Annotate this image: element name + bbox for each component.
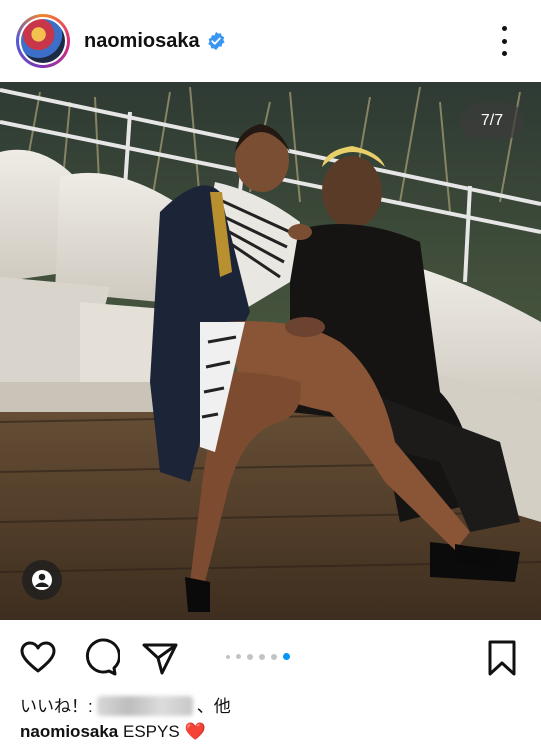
heart-icon[interactable]	[18, 638, 58, 678]
avatar[interactable]	[16, 14, 70, 68]
likes-prefix: いいね！:	[20, 697, 93, 716]
post-actions-bar	[0, 620, 541, 694]
post-photo-illustration	[0, 82, 541, 620]
carousel-dot-active	[283, 653, 290, 660]
carousel-dot	[271, 653, 277, 660]
carousel-dot	[247, 653, 253, 660]
carousel-dot	[259, 653, 265, 660]
user-tag-icon	[32, 570, 52, 590]
user-tag-button[interactable]	[22, 560, 62, 600]
avatar-frame	[19, 17, 67, 65]
likes-suffix: 、他	[196, 697, 231, 716]
carousel-indicator	[226, 653, 290, 660]
comment-icon[interactable]	[80, 638, 120, 678]
carousel-dot	[236, 654, 241, 659]
liker-name-blurred[interactable]	[96, 696, 193, 716]
caption-text: ESPYS	[123, 722, 180, 741]
avatar-image	[21, 19, 65, 63]
likes-line[interactable]: いいね！: 、他	[20, 692, 231, 717]
more-options-button[interactable]	[494, 26, 514, 56]
image-counter: 7/7	[460, 103, 524, 139]
send-icon[interactable]	[140, 638, 180, 678]
red-heart-emoji: ❤️	[184, 722, 206, 741]
post-image[interactable]	[0, 82, 541, 620]
carousel-dot	[226, 654, 230, 659]
verified-badge-icon	[208, 31, 225, 51]
bookmark-icon[interactable]	[482, 638, 522, 678]
post-header: naomiosaka	[0, 0, 541, 82]
caption: naomiosaka ESPYS ❤️	[20, 722, 206, 742]
username-link[interactable]: naomiosaka	[84, 30, 200, 53]
more-dot	[501, 38, 507, 44]
caption-username[interactable]: naomiosaka	[20, 722, 118, 741]
more-dot	[501, 51, 507, 56]
more-dot	[501, 26, 507, 31]
